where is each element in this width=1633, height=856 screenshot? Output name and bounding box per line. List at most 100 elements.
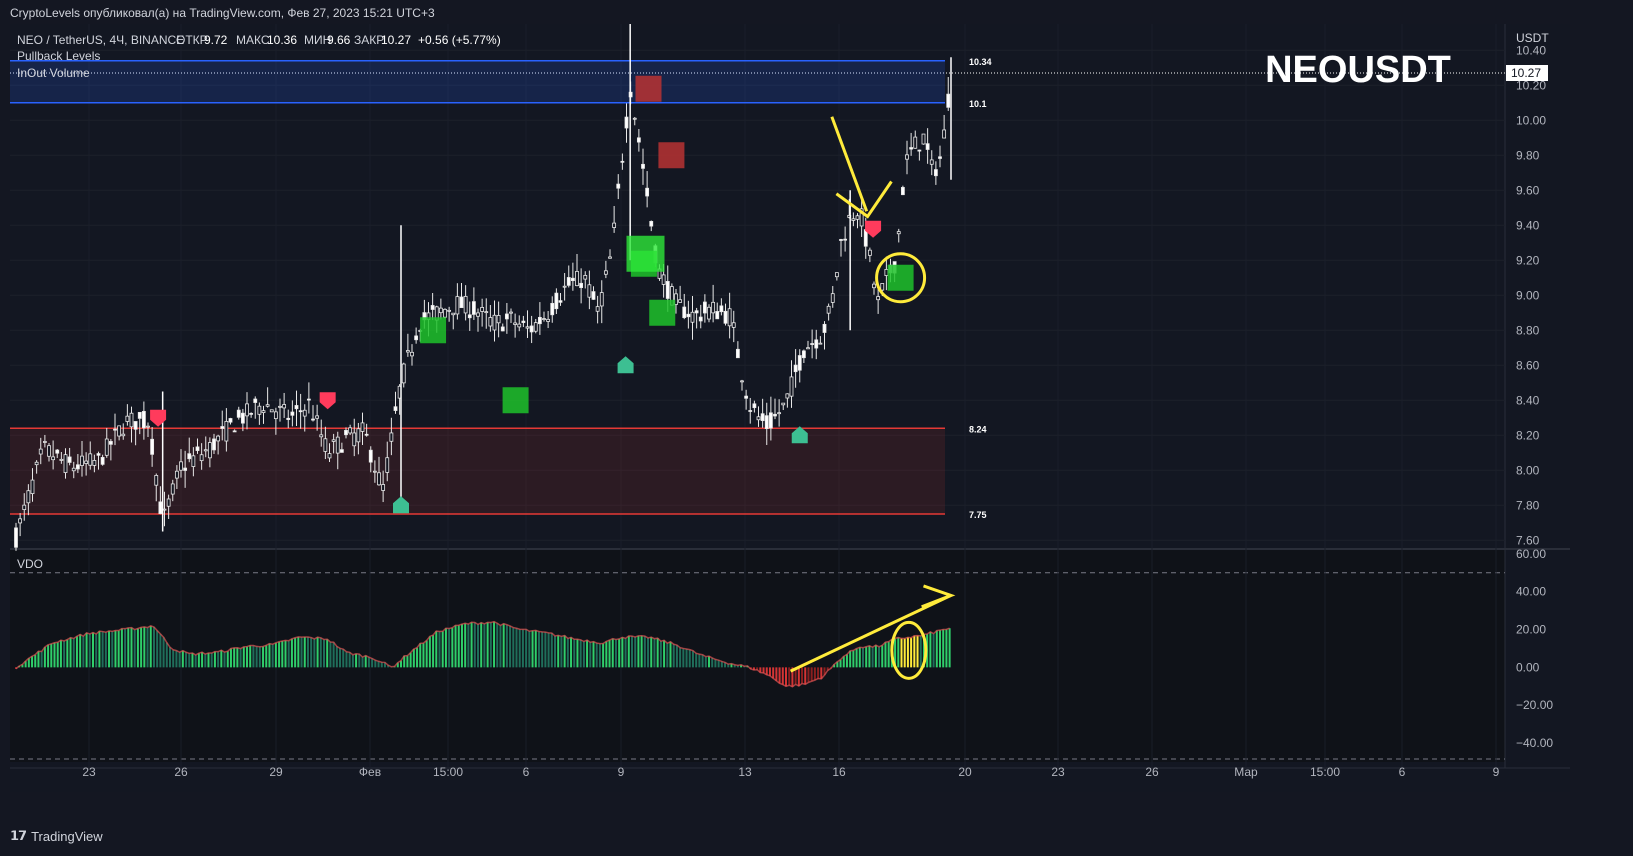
- candle-body: [806, 347, 810, 350]
- candle-body: [488, 317, 493, 327]
- candle-body: [612, 222, 617, 228]
- level-label: 10.1: [969, 99, 987, 109]
- candle-body: [661, 274, 666, 285]
- candle-body: [121, 433, 126, 437]
- candle-body: [542, 318, 546, 320]
- candle-body: [137, 411, 142, 419]
- candle-body: [282, 404, 287, 409]
- publisher-header: CryptoLevels опубликовал(а) на TradingVi…: [10, 6, 435, 20]
- x-tick-label: 26: [174, 765, 188, 779]
- footer-brand[interactable]: 𝟭𝟳 TradingView: [10, 828, 103, 844]
- x-tick-label: 26: [1145, 765, 1159, 779]
- candle-body: [764, 415, 769, 429]
- chart-container[interactable]: 10.34 10.1 8.24 7.75 10.40 10.20 10.00 9.80 9.6…: [0, 24, 1633, 805]
- candle-body: [430, 305, 435, 310]
- candle-body: [525, 326, 530, 329]
- x-tick-label: Мар: [1234, 765, 1258, 779]
- brand-text: TradingView: [31, 828, 103, 844]
- candle-body: [851, 218, 856, 221]
- candle-body: [187, 453, 192, 460]
- candle-body: [191, 455, 196, 467]
- candle-body: [517, 323, 522, 328]
- resistance-zone: [10, 60, 945, 103]
- low-value: 9.66: [327, 33, 351, 47]
- signal-box-green: [649, 299, 676, 326]
- candle-body: [504, 313, 509, 320]
- candle-body: [150, 438, 155, 455]
- candle-body: [933, 169, 938, 177]
- candle-body: [917, 149, 922, 152]
- candle-body: [636, 137, 641, 143]
- open-value: 9.72: [204, 33, 228, 47]
- y-tick-label: 7.60: [1516, 533, 1540, 547]
- candle-body: [760, 413, 765, 422]
- price-chart[interactable]: 10.3410.18.247.75 10.4010.2010.009.809.6…: [0, 24, 1633, 800]
- candle-body: [236, 409, 241, 418]
- candle-body: [810, 343, 815, 345]
- candle-body: [500, 326, 505, 332]
- candle-body: [818, 342, 823, 345]
- candle-body: [273, 411, 278, 420]
- signal-box-red: [635, 75, 662, 102]
- candle-body: [459, 296, 464, 309]
- candle-body: [855, 215, 860, 220]
- level-label: 8.24: [969, 424, 987, 434]
- candle-body: [59, 458, 64, 461]
- close-label: ЗАКР: [354, 33, 384, 47]
- candle-body: [665, 281, 670, 299]
- candle-body: [690, 311, 695, 323]
- candle-body: [166, 498, 171, 507]
- signal-box-green: [420, 317, 447, 344]
- candle-body: [686, 313, 691, 318]
- candle-body: [731, 322, 736, 328]
- candle-body: [727, 308, 732, 327]
- candle-body: [224, 421, 229, 442]
- candle-body: [207, 442, 212, 459]
- candle-body: [558, 300, 563, 303]
- candle-body: [698, 316, 703, 322]
- candle-body: [154, 475, 159, 486]
- candle-body: [216, 435, 221, 442]
- x-tick-label: 20: [958, 765, 972, 779]
- candle-body: [348, 427, 353, 434]
- candle-body: [38, 448, 43, 455]
- candle-body: [377, 472, 381, 486]
- candle-body: [327, 453, 332, 459]
- candle-body: [624, 116, 629, 129]
- candle-body: [575, 271, 579, 287]
- y-tick-label: 8.60: [1516, 358, 1540, 372]
- candle-body: [269, 409, 274, 413]
- candle-body: [645, 187, 650, 197]
- candle-body: [92, 460, 97, 466]
- x-tick-label: 6: [1399, 765, 1406, 779]
- candle-body: [401, 363, 406, 384]
- y-tick-label: 10.00: [1516, 113, 1546, 127]
- candle-body: [360, 422, 365, 432]
- candle-body: [632, 117, 637, 120]
- candle-body: [125, 415, 130, 422]
- candle-body: [335, 436, 340, 454]
- candle-body: [822, 323, 827, 333]
- candle-body: [26, 490, 31, 504]
- candle-body: [496, 315, 501, 324]
- candle-body: [562, 285, 567, 288]
- candle-body: [146, 425, 150, 428]
- candle-body: [467, 314, 472, 319]
- indicator-inout[interactable]: InOut Volume: [17, 66, 90, 80]
- high-value: 10.36: [267, 33, 297, 47]
- candle-body: [529, 325, 534, 333]
- vdo-tick-label: 20.00: [1516, 623, 1546, 637]
- candle-body: [913, 136, 918, 149]
- candle-body: [591, 291, 596, 300]
- candle-body: [55, 449, 60, 454]
- candle-body: [826, 305, 831, 314]
- signal-box-red: [658, 142, 685, 169]
- change-value: +0.56 (+5.77%): [418, 33, 501, 47]
- candle-body: [88, 453, 93, 466]
- candle-body: [707, 306, 711, 320]
- y-tick-label: 8.20: [1516, 428, 1540, 442]
- indicator-pullback[interactable]: Pullback Levels: [17, 49, 100, 63]
- candle-body: [566, 277, 571, 286]
- candle-body: [212, 438, 216, 451]
- vdo-label: VDO: [17, 557, 43, 571]
